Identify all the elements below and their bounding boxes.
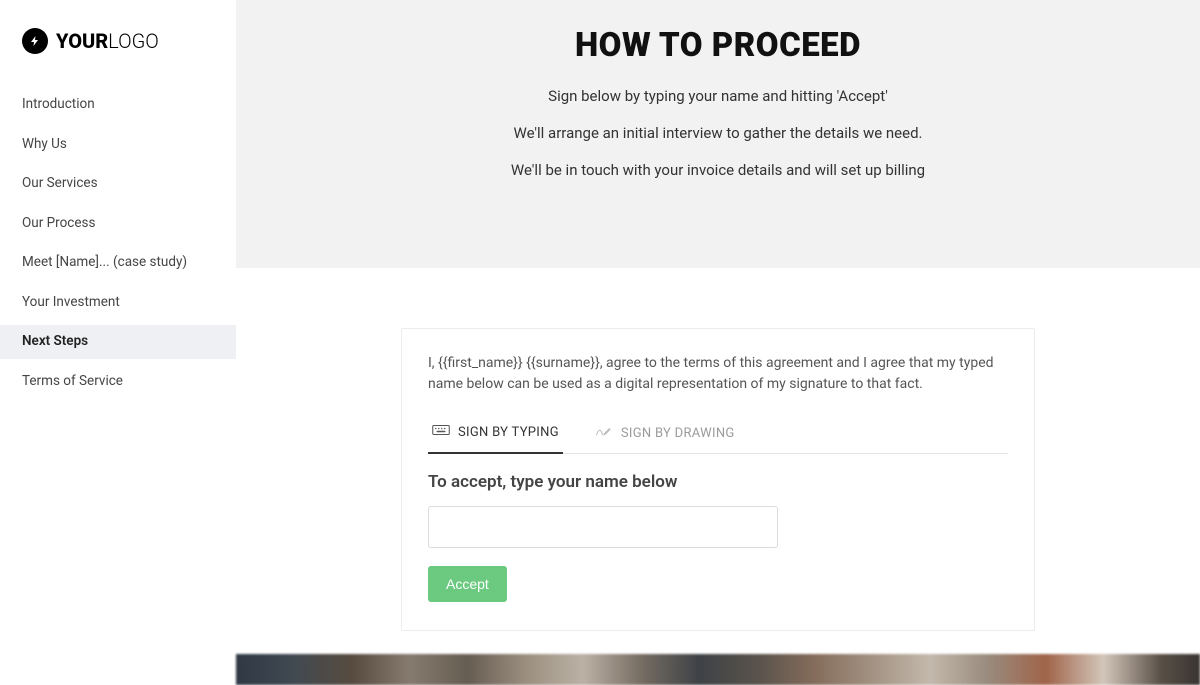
sidebar: YOURLOGO Introduction Why Us Our Service… bbox=[0, 0, 236, 685]
accept-prompt: To accept, type your name below bbox=[428, 472, 1008, 492]
sidebar-item-our-process[interactable]: Our Process bbox=[0, 207, 236, 241]
sidebar-item-case-study[interactable]: Meet [Name]... (case study) bbox=[0, 246, 236, 280]
logo: YOURLOGO bbox=[0, 0, 236, 74]
sidebar-item-why-us[interactable]: Why Us bbox=[0, 128, 236, 162]
tab-sign-by-drawing-label: SIGN BY DRAWING bbox=[621, 426, 735, 441]
hero-line-2: We'll arrange an initial interview to ga… bbox=[276, 124, 1160, 142]
keyboard-icon bbox=[432, 422, 450, 442]
pen-icon bbox=[595, 423, 613, 443]
sidebar-item-introduction[interactable]: Introduction bbox=[0, 88, 236, 122]
logo-bolt-icon bbox=[22, 28, 48, 54]
tab-sign-by-drawing[interactable]: SIGN BY DRAWING bbox=[591, 416, 739, 454]
signature-card: I, {{first_name}} {{surname}}, agree to … bbox=[401, 328, 1035, 631]
sign-tabs: SIGN BY TYPING SIGN BY DRAWING bbox=[428, 415, 1008, 454]
main-content: HOW TO PROCEED Sign below by typing your… bbox=[236, 0, 1200, 685]
body-area: I, {{first_name}} {{surname}}, agree to … bbox=[236, 268, 1200, 685]
footer-background-image bbox=[236, 654, 1200, 685]
sidebar-item-next-steps[interactable]: Next Steps bbox=[0, 325, 236, 359]
agreement-text: I, {{first_name}} {{surname}}, agree to … bbox=[428, 353, 1008, 395]
tab-sign-by-typing[interactable]: SIGN BY TYPING bbox=[428, 416, 563, 454]
sidebar-item-terms-of-service[interactable]: Terms of Service bbox=[0, 365, 236, 399]
tab-sign-by-typing-label: SIGN BY TYPING bbox=[458, 425, 559, 440]
page-title: HOW TO PROCEED bbox=[276, 26, 1160, 65]
sidebar-item-our-services[interactable]: Our Services bbox=[0, 167, 236, 201]
sidebar-nav: Introduction Why Us Our Services Our Pro… bbox=[0, 74, 236, 398]
logo-text: YOURLOGO bbox=[56, 29, 159, 53]
hero-line-3: We'll be in touch with your invoice deta… bbox=[276, 161, 1160, 179]
hero-section: HOW TO PROCEED Sign below by typing your… bbox=[236, 0, 1200, 268]
sidebar-item-your-investment[interactable]: Your Investment bbox=[0, 286, 236, 320]
signature-name-input[interactable] bbox=[428, 506, 778, 548]
accept-button[interactable]: Accept bbox=[428, 566, 507, 602]
hero-line-1: Sign below by typing your name and hitti… bbox=[276, 87, 1160, 105]
